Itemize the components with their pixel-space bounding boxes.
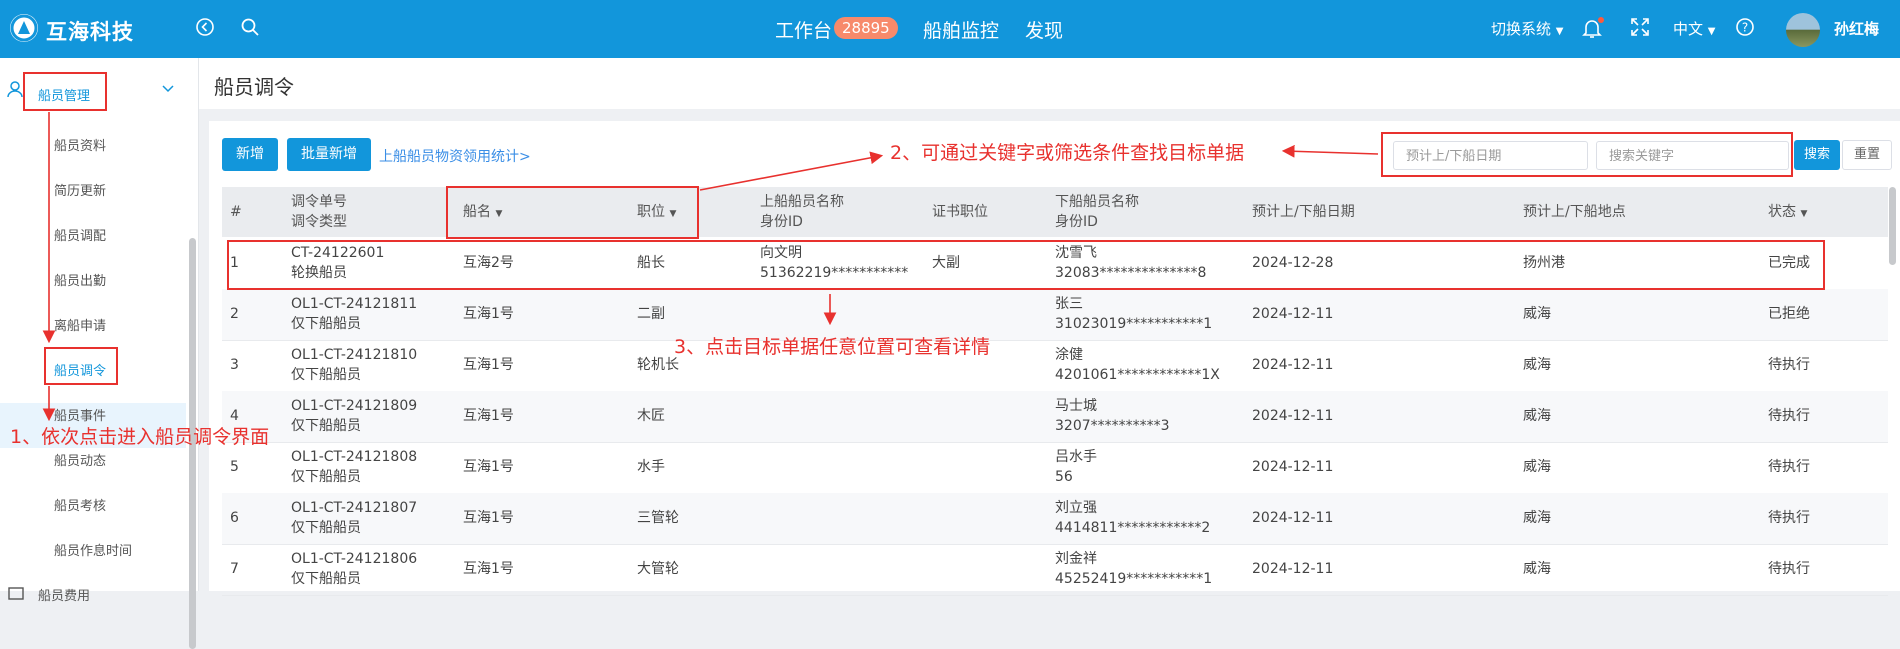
annotation-step-3: 3、点击目标单据任意位置可查看详情 xyxy=(674,336,991,358)
annotation-arrows xyxy=(42,112,1379,422)
annotation-step-1: 1、依次点击进入船员调令界面 xyxy=(10,426,270,448)
annotation-step-2: 2、可通过关键字或筛选条件查找目标单据 xyxy=(890,142,1245,164)
